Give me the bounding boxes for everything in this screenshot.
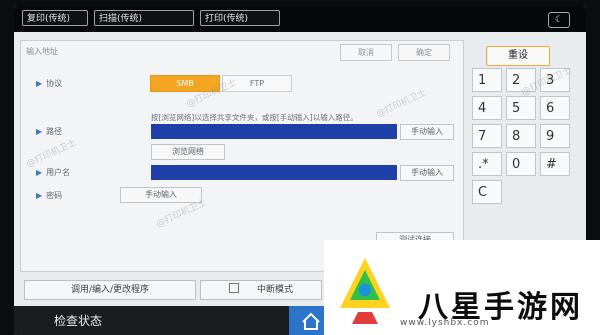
tab-print[interactable]: 打印(传统) [200, 10, 280, 26]
logo-icon [340, 258, 390, 324]
username-label: ▶ 用户名 [36, 168, 71, 177]
reset-button[interactable]: 重设 [486, 46, 550, 66]
tab-scan[interactable]: 扫描(传统) [94, 10, 194, 26]
interrupt-button[interactable]: 中断模式 [200, 280, 322, 300]
top-bar: 复印(传统) 扫描(传统) 打印(传统) ☾ [14, 6, 586, 32]
username-manual-button[interactable]: 手动输入 [400, 165, 454, 181]
path-field[interactable] [151, 124, 397, 139]
username-field[interactable] [151, 165, 397, 180]
key-7[interactable]: 7 [472, 124, 502, 148]
key-8[interactable]: 8 [506, 124, 536, 148]
path-manual-button[interactable]: 手动输入 [400, 124, 454, 140]
check-status-label[interactable]: 检查状态 [54, 312, 102, 329]
logo-url: www.lyshbx.com [400, 318, 490, 328]
path-hint: 按[浏览网络]以选择共享文件夹，或按[手动输入]以输入路径。 [151, 113, 358, 122]
password-label: ▶ 密码 [36, 191, 63, 200]
key-5[interactable]: 5 [506, 96, 536, 120]
panel-title: 输入地址 [26, 47, 58, 56]
cancel-button[interactable]: 取消 [340, 44, 392, 61]
key-hash[interactable]: # [540, 152, 570, 176]
path-label: ▶ 路径 [36, 127, 63, 136]
browse-network-button[interactable]: 浏览网络 [151, 144, 225, 160]
key-4[interactable]: 4 [472, 96, 502, 120]
key-6[interactable]: 6 [540, 96, 570, 120]
key-1[interactable]: 1 [472, 68, 502, 92]
key-0[interactable]: 0 [506, 152, 536, 176]
program-button[interactable]: 调用/编入/更改程序 [24, 280, 196, 300]
key-clear[interactable]: C [472, 180, 502, 204]
moon-icon[interactable]: ☾ [548, 12, 570, 28]
key-9[interactable]: 9 [540, 124, 570, 148]
protocol-label: ▶ 协议 [36, 79, 63, 88]
key-dot-star[interactable]: .* [472, 152, 502, 176]
confirm-button[interactable]: 确定 [398, 44, 450, 61]
checkbox-icon [228, 283, 239, 293]
tab-copy[interactable]: 复印(传统) [22, 10, 88, 26]
